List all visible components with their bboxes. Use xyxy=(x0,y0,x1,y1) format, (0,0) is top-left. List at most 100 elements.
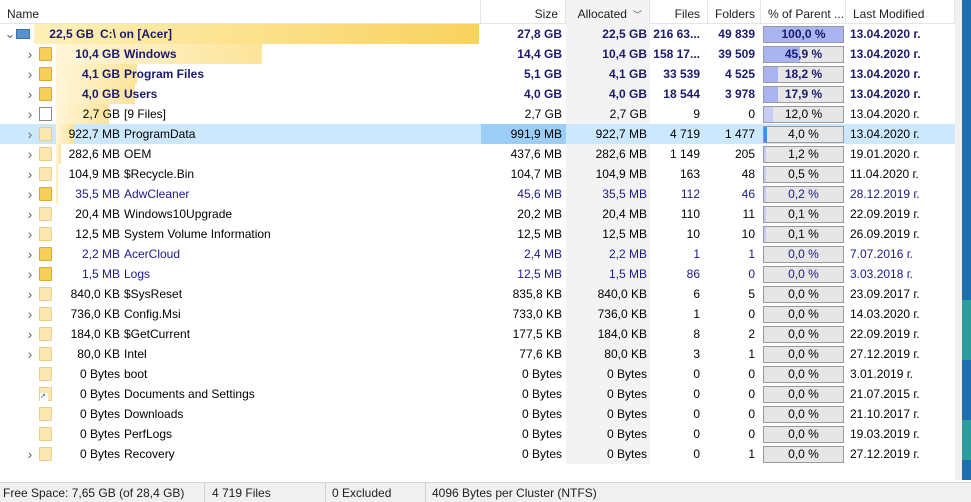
column-size-header[interactable]: Size xyxy=(481,0,566,24)
tree-row[interactable]: 0 Bytes Documents and Settings 0 Bytes 0 By… xyxy=(0,384,955,404)
tree-row[interactable]: › 0 Bytes Recovery 0 Bytes 0 Bytes 0 1 0,0 % 27.… xyxy=(0,444,955,464)
files-count: 6 xyxy=(693,287,700,301)
tree-row[interactable]: › 840,0 KB $SysReset 835,8 KB 840,0 KB 6 5 0,0 … xyxy=(0,284,955,304)
chevron-right-icon[interactable]: › xyxy=(24,164,36,184)
folders-count: 4 525 xyxy=(724,67,755,81)
tree-root-row[interactable]: ⌄ 22,5 GB C:\ on [Acer] 27,8 GB 22,5 GB 216 6… xyxy=(0,24,955,44)
size-value: 437,6 MB xyxy=(510,147,562,161)
folder-icon xyxy=(39,207,52,221)
size-value: 733,0 KB xyxy=(512,307,562,321)
percent-of-parent-bar: 0,0 % xyxy=(763,306,844,323)
tree-row[interactable]: › 10,4 GB Windows 14,4 GB 10,4 GB 158 17... 39… xyxy=(0,44,955,64)
last-modified-date: 26.09.2019 г. xyxy=(850,227,920,241)
last-modified-date: 22.09.2019 г. xyxy=(850,207,920,221)
folders-count: 11 xyxy=(742,207,755,221)
column-files-header[interactable]: Files xyxy=(650,0,708,24)
chevron-right-icon[interactable]: › xyxy=(24,324,36,344)
folders-count: 0 xyxy=(748,367,755,381)
chevron-right-icon[interactable]: › xyxy=(24,344,36,364)
tree-row[interactable]: › 2,7 GB [9 Files] 2,7 GB 2,7 GB 9 0 12,0 % 13.0… xyxy=(0,104,955,124)
allocated-value: 1,5 MB xyxy=(608,267,647,281)
last-modified-date: 13.04.2020 г. xyxy=(850,107,920,121)
column-pct-parent-header[interactable]: % of Parent ... xyxy=(761,0,846,24)
chevron-right-icon[interactable]: › xyxy=(24,204,36,224)
tree-size-label: 0 Bytes xyxy=(79,367,120,381)
chevron-right-icon[interactable]: › xyxy=(24,304,36,324)
allocated-value: 35,5 MB xyxy=(602,187,647,201)
tree-row[interactable]: › 1,5 MB Logs 12,5 MB 1,5 MB 86 0 0,0 % 3.03.201… xyxy=(0,264,955,284)
chevron-down-icon[interactable]: ⌄ xyxy=(4,24,16,44)
percent-of-parent-bar: 0,0 % xyxy=(763,426,844,443)
tree-row[interactable]: › 104,9 MB $Recycle.Bin 104,7 MB 104,9 MB 163… xyxy=(0,164,955,184)
allocated-value: 922,7 MB xyxy=(595,127,647,141)
files-count: 158 17... xyxy=(653,47,700,61)
percent-of-parent-bar: 0,0 % xyxy=(763,366,844,383)
size-value: 177,5 KB xyxy=(512,327,562,341)
tree-size-label: 0 Bytes xyxy=(79,427,120,441)
chevron-right-icon[interactable]: › xyxy=(24,64,36,84)
tree-row[interactable]: › 2,2 MB AcerCloud 2,4 MB 2,2 MB 1 1 0,0 % 7.07.… xyxy=(0,244,955,264)
column-allocated-header[interactable]: Allocated ﹀ xyxy=(566,0,650,24)
size-value: 991,9 MB xyxy=(510,127,562,141)
item-name: Documents and Settings xyxy=(124,387,255,401)
column-name-header[interactable]: Name xyxy=(0,0,481,24)
tree-row[interactable]: › 35,5 MB AdwCleaner 45,6 MB 35,5 MB 112 46 0,2… xyxy=(0,184,955,204)
tree-row[interactable]: › 20,4 MB Windows10Upgrade 20,2 MB 20,4 MB 11… xyxy=(0,204,955,224)
item-name: Logs xyxy=(124,267,151,281)
tree-row[interactable]: › 736,0 KB Config.Msi 733,0 KB 736,0 KB 1 0 0,0… xyxy=(0,304,955,324)
files-count: 216 63... xyxy=(653,27,700,41)
folder-icon xyxy=(39,47,52,61)
item-name: boot xyxy=(124,367,148,381)
tree-size-label: 282,6 MB xyxy=(68,147,120,161)
tree-row[interactable]: 0 Bytes PerfLogs 0 Bytes 0 Bytes 0 0 0,0 % 19.0… xyxy=(0,424,955,444)
files-count: 33 539 xyxy=(663,67,700,81)
chevron-right-icon[interactable]: › xyxy=(24,184,36,204)
tree-row[interactable]: 0 Bytes boot 0 Bytes 0 Bytes 0 0 0,0 % 3.01.201… xyxy=(0,364,955,384)
allocated-value: 10,4 GB xyxy=(602,47,647,61)
column-last-modified-header[interactable]: Last Modified xyxy=(846,0,955,24)
chevron-right-icon[interactable]: › xyxy=(24,264,36,284)
tree-row[interactable]: › 12,5 MB System Volume Information 12,5 MB… xyxy=(0,224,955,244)
chevron-right-icon[interactable]: › xyxy=(24,244,36,264)
chevron-right-icon[interactable]: › xyxy=(24,44,36,64)
folder-icon xyxy=(39,427,52,441)
tree-row[interactable]: › 184,0 KB $GetCurrent 177,5 KB 184,0 KB 8 2 0,… xyxy=(0,324,955,344)
files-count: 4 719 xyxy=(669,127,700,141)
allocated-value: 104,9 MB xyxy=(595,167,647,181)
chevron-right-icon[interactable]: › xyxy=(24,84,36,104)
chevron-right-icon[interactable]: › xyxy=(24,104,36,124)
folder-icon xyxy=(39,287,52,301)
files-count: 1 149 xyxy=(669,147,700,161)
folders-count: 3 978 xyxy=(724,87,755,101)
tree-row[interactable]: › 282,6 MB OEM 437,6 MB 282,6 MB 1 149 205 1,2 … xyxy=(0,144,955,164)
files-count: 0 xyxy=(693,427,700,441)
tree-row[interactable]: › 4,0 GB Users 4,0 GB 4,0 GB 18 544 3 978 17,9 … xyxy=(0,84,955,104)
chevron-right-icon[interactable]: › xyxy=(24,444,36,464)
folders-count: 0 xyxy=(748,387,755,401)
folders-count: 46 xyxy=(741,187,755,201)
chevron-right-icon[interactable]: › xyxy=(24,144,36,164)
tree-row[interactable]: › 922,7 MB ProgramData 991,9 MB 922,7 MB 4 71… xyxy=(0,124,955,144)
size-value: 0 Bytes xyxy=(521,387,562,401)
allocated-value: 4,1 GB xyxy=(608,67,647,81)
column-folders-header[interactable]: Folders xyxy=(708,0,761,24)
last-modified-date: 11.04.2020 г. xyxy=(850,167,919,181)
tree-row[interactable]: › 4,1 GB Program Files 5,1 GB 4,1 GB 33 539 4 … xyxy=(0,64,955,84)
tree-row[interactable]: › 80,0 KB Intel 77,6 KB 80,0 KB 3 1 0,0 % 27.12.… xyxy=(0,344,955,364)
chevron-right-icon[interactable]: › xyxy=(24,284,36,304)
item-name: Intel xyxy=(124,347,147,361)
folder-icon xyxy=(39,87,52,101)
last-modified-date: 27.12.2019 г. xyxy=(850,347,920,361)
chevron-right-icon[interactable]: › xyxy=(24,124,36,144)
allocated-value: 2,2 MB xyxy=(608,247,647,261)
size-value: 4,0 GB xyxy=(523,87,562,101)
tree-size-label: 2,7 GB xyxy=(82,107,120,121)
percent-of-parent-bar: 17,9 % xyxy=(763,86,844,103)
folder-icon xyxy=(39,187,52,201)
tree-row[interactable]: 0 Bytes Downloads 0 Bytes 0 Bytes 0 0 0,0 % 21.… xyxy=(0,404,955,424)
item-name: Windows xyxy=(124,47,177,61)
chevron-right-icon[interactable]: › xyxy=(24,224,36,244)
allocated-value: 282,6 MB xyxy=(595,147,647,161)
files-count: 86 xyxy=(686,267,700,281)
folder-icon xyxy=(39,227,52,241)
